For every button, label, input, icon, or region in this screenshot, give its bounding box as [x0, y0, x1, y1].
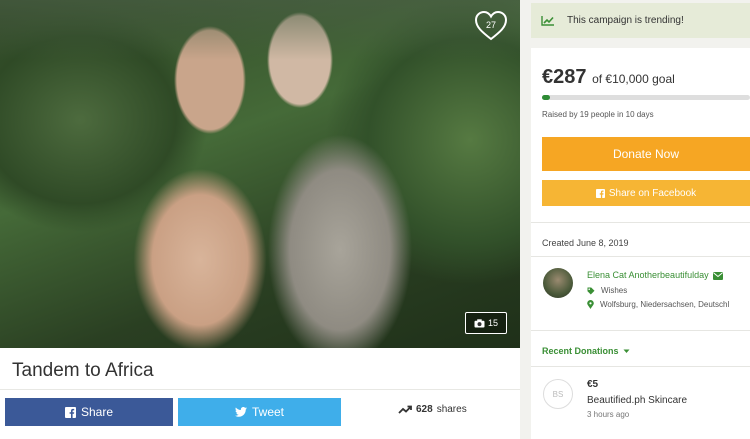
- goal-text: of €10,000 goal: [592, 72, 675, 86]
- location-pin-icon: [587, 300, 594, 309]
- raised-by-text: Raised by 19 people in 10 days: [542, 110, 654, 119]
- donation-card: €287 of €10,000 goal Raised by 19 people…: [531, 48, 750, 439]
- twitter-icon: [234, 407, 247, 417]
- divider: [531, 366, 750, 367]
- campaign-title: Tandem to Africa: [12, 360, 154, 381]
- facebook-icon: [595, 188, 605, 198]
- photo-count: 15: [487, 318, 498, 328]
- facebook-share-button[interactable]: Share: [5, 398, 173, 426]
- created-date: Created June 8, 2019: [542, 238, 629, 248]
- tweet-button[interactable]: Tweet: [178, 398, 341, 426]
- mail-icon[interactable]: [713, 271, 724, 280]
- share-row: Share Tweet 628 shares: [0, 390, 520, 439]
- title-bar: Tandem to Africa: [0, 348, 520, 390]
- divider: [531, 256, 750, 257]
- organizer-name-text: Elena Cat Anotherbeautifulday: [587, 270, 709, 280]
- organizer-category-text: Wishes: [601, 286, 628, 295]
- tweet-label: Tweet: [251, 405, 284, 419]
- caret-down-icon: [623, 349, 630, 353]
- share-count-value: 628: [416, 404, 433, 415]
- amount-raised: €287 of €10,000 goal: [542, 66, 675, 89]
- recent-donations-label: Recent Donations: [542, 346, 619, 356]
- donor-avatar: BS: [543, 379, 573, 409]
- camera-icon: [474, 318, 485, 327]
- progress-bar: [542, 95, 750, 100]
- progress-fill: [542, 95, 551, 100]
- like-button[interactable]: 27: [474, 10, 508, 42]
- donate-now-button[interactable]: Donate Now: [542, 137, 750, 171]
- organizer-category: Wishes: [587, 286, 627, 295]
- donor-name: Beautified.ph Skincare: [587, 395, 688, 406]
- trending-up-icon: [398, 405, 412, 414]
- recent-donations-toggle[interactable]: Recent Donations: [542, 346, 630, 356]
- trending-text: This campaign is trending!: [567, 15, 684, 26]
- facebook-share-label: Share: [80, 405, 114, 419]
- divider: [531, 222, 750, 223]
- organizer-name[interactable]: Elena Cat Anotherbeautifulday: [587, 270, 724, 280]
- share-on-facebook-button[interactable]: Share on Facebook: [542, 180, 750, 206]
- photo-gallery-button[interactable]: 15: [465, 312, 507, 334]
- tag-icon: [587, 287, 595, 294]
- trending-banner: This campaign is trending!: [531, 3, 750, 38]
- photo-shade: [0, 0, 520, 60]
- campaign-photo[interactable]: 27 15: [0, 0, 520, 348]
- share-on-facebook-label: Share on Facebook: [608, 187, 697, 199]
- organizer-location-text: Wolfsburg, Niedersachsen, Deutschl: [600, 300, 730, 309]
- like-count: 27: [485, 20, 496, 30]
- organizer-location: Wolfsburg, Niedersachsen, Deutschl: [587, 300, 729, 309]
- amount-value: €287: [542, 66, 587, 88]
- donation-time: 3 hours ago: [587, 410, 630, 419]
- trending-chart-icon: [541, 16, 554, 26]
- facebook-icon: [64, 406, 76, 418]
- share-count-suffix: shares: [436, 404, 467, 415]
- share-count: 628 shares: [398, 404, 467, 415]
- divider: [531, 330, 750, 331]
- organizer-avatar[interactable]: [543, 268, 573, 298]
- donation-amount: €5: [587, 379, 599, 390]
